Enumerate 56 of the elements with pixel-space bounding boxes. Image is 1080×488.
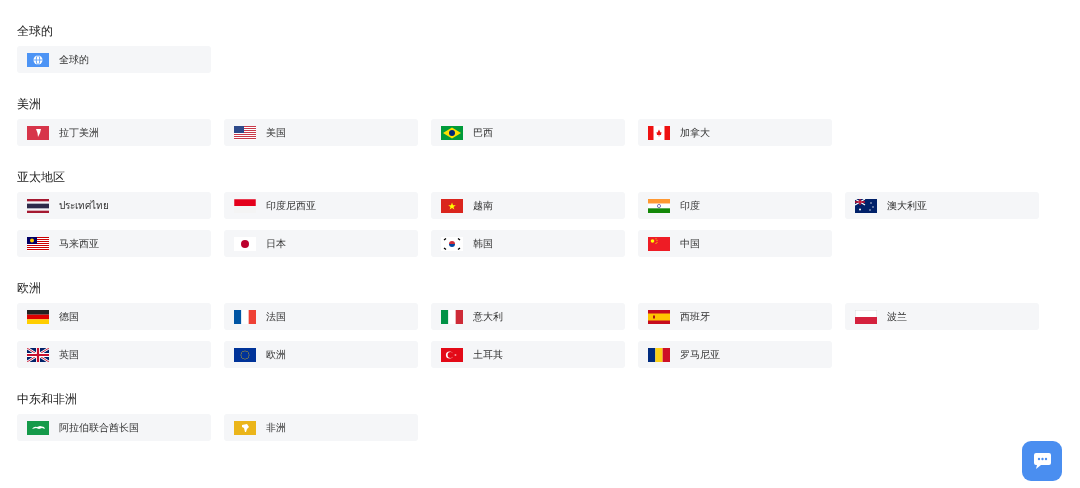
region-card[interactable]: 越南 [431,192,625,219]
section-title: 亚太地区 [17,169,66,185]
flag-icon [441,125,463,140]
continent-icon [234,420,256,435]
section-title: 中东和非洲 [17,391,78,407]
region-card[interactable]: 西班牙 [638,303,832,330]
region-card[interactable]: 巴西 [431,119,625,146]
flag-icon [234,125,256,140]
region-card[interactable]: 法国 [224,303,418,330]
section-title: 美洲 [17,96,42,112]
flag-icon [234,347,256,362]
flag-icon [27,347,49,362]
continent-icon [27,125,49,140]
map-icon [27,420,49,435]
region-card[interactable]: 中国 [638,230,832,257]
region-card[interactable]: 阿拉伯联合酋长国 [17,414,211,441]
flag-icon [234,198,256,213]
flag-icon [648,236,670,251]
region-card[interactable]: 澳大利亚 [845,192,1039,219]
region-card[interactable]: 拉丁美洲 [17,119,211,146]
region-card[interactable]: 全球的 [17,46,211,73]
flag-icon [27,309,49,324]
flag-icon [27,236,49,251]
flag-icon [855,309,877,324]
flag-icon [441,347,463,362]
flag-icon [27,198,49,213]
region-card[interactable]: 罗马尼亚 [638,341,832,368]
region-card[interactable]: 意大利 [431,303,625,330]
flag-icon [441,309,463,324]
flag-icon [648,309,670,324]
flag-icon [855,198,877,213]
region-card[interactable]: 马来西亚 [17,230,211,257]
flag-icon [648,125,670,140]
region-card[interactable]: 德国 [17,303,211,330]
flag-icon [648,347,670,362]
globe-icon [27,52,49,67]
region-card[interactable]: 韩国 [431,230,625,257]
region-card[interactable]: 印度 [638,192,832,219]
flag-icon [234,236,256,251]
region-card[interactable]: 日本 [224,230,418,257]
region-card[interactable]: 土耳其 [431,341,625,368]
region-card[interactable]: ประเทศไทย [17,192,211,219]
section-title: 欧洲 [17,280,42,296]
region-card[interactable]: 美国 [224,119,418,146]
flag-icon [441,236,463,251]
region-card[interactable]: 英国 [17,341,211,368]
section-title: 全球的 [17,23,54,39]
chat-button[interactable] [1022,441,1062,481]
region-card[interactable]: 非洲 [224,414,418,441]
region-card[interactable]: 欧洲 [224,341,418,368]
region-card[interactable]: 波兰 [845,303,1039,330]
region-card[interactable]: 加拿大 [638,119,832,146]
region-card[interactable]: 印度尼西亚 [224,192,418,219]
flag-icon [441,198,463,213]
flag-icon [234,309,256,324]
flag-icon [648,198,670,213]
